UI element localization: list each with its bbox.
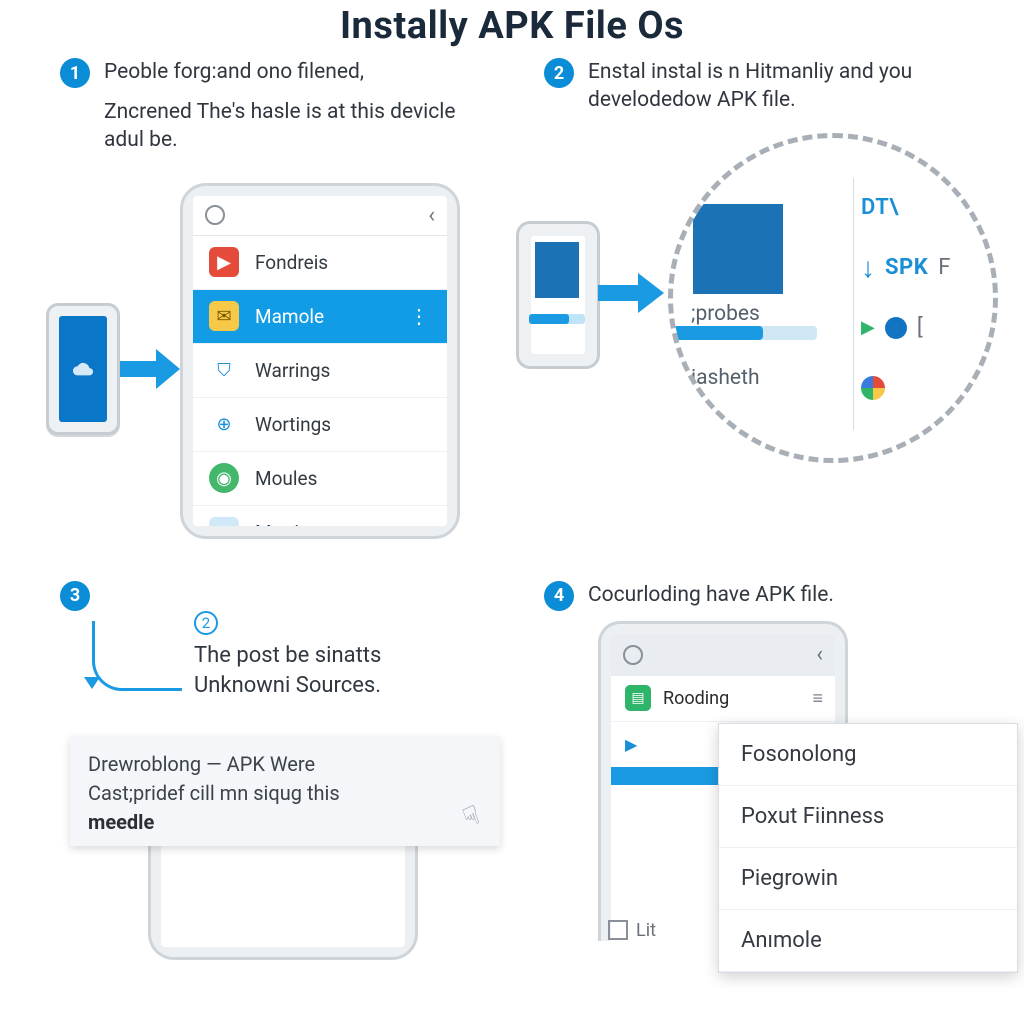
dialog-line-2: Cast;pridef cill mn siqug this: [88, 779, 430, 808]
arrow-right-icon: [598, 273, 668, 313]
list-item[interactable]: ⊕ Wortings: [193, 398, 447, 452]
step-1-text-2: Zncrened The's hasle is at this devicle …: [104, 98, 464, 155]
footer-label: Lit: [636, 920, 656, 941]
ltblu-app-icon: ◧: [209, 517, 239, 526]
menu-item[interactable]: Poxut Fiinness: [719, 786, 1017, 848]
step-2-badge: 2: [544, 58, 574, 88]
yel-app-icon: ✉: [209, 301, 239, 331]
apk-file-icon: [693, 204, 783, 294]
list-item[interactable]: ✉ Mamole ⋮: [193, 290, 447, 344]
drag-handle-icon[interactable]: ≡: [812, 688, 821, 709]
pointer-hand-icon: ☟: [458, 797, 486, 838]
list-item[interactable]: ◉ Moules: [193, 452, 447, 506]
list-item[interactable]: ▶ Fondreis: [193, 236, 447, 290]
phone-topbar: ‹: [611, 634, 835, 676]
flow-arrow-icon: [92, 621, 182, 691]
mini-phone-icon: [516, 221, 600, 369]
list-item-label: Metrios: [255, 521, 320, 526]
menu-item[interactable]: Piegrowin: [719, 848, 1017, 910]
step-3: 3 2 The post be sinatts Unknowni Sources…: [60, 549, 504, 961]
phone-mock: ‹ ▶ Fondreis ✉ Mamole ⋮ ⛉ Warrings ⊕ Wortings ◉ Mo…: [180, 183, 460, 539]
step-2: 2 Enstal instal is n Hitmanliy and you d…: [544, 58, 988, 533]
cloud-icon: [72, 358, 94, 380]
phone-bottom: [148, 840, 418, 960]
context-menu: Fosonolong Poxut Fiinness Piegrowin Anım…: [718, 723, 1018, 973]
step-3-text-1: The post be sinatts: [194, 641, 504, 672]
step-4: 4 Cocurloding have APK file. ‹ ▤ Rooding…: [544, 549, 988, 961]
step-3-text-2: Unknowni Sources.: [194, 671, 504, 702]
menu-item[interactable]: Fosonolong: [719, 724, 1017, 786]
list-item[interactable]: ▤ Rooding ≡: [611, 676, 835, 722]
chevron-left-icon: ‹: [428, 203, 435, 228]
dialog-card[interactable]: Drewroblong — APK Were Cast;pridef cill …: [70, 736, 500, 846]
step-4-text: Cocurloding have APK file.: [588, 581, 834, 609]
phone-topbar: ‹: [193, 196, 447, 236]
page-title: Instally APK File Os: [0, 0, 1024, 48]
step-3-badge: 3: [60, 581, 90, 611]
red-app-icon: ▶: [209, 247, 239, 277]
list-item[interactable]: ◧ Metrios: [193, 506, 447, 526]
zoom-label-b: iasheth: [691, 366, 760, 390]
dt-label: DT\: [861, 195, 899, 220]
step-4-visual: ‹ ▤ Rooding ≡ ▶ Fosonolong Poxut Fiinnes…: [544, 621, 988, 941]
step-2-text: Enstal instal is n Hitmanliy and you dev…: [588, 58, 968, 115]
step-1-visual: ‹ ▶ Fondreis ✉ Mamole ⋮ ⛉ Warrings ⊕ Wortings ◉ Mo…: [60, 173, 504, 533]
list-item-label: Warrings: [255, 359, 330, 382]
step-1-text-1: Peoble forg:and ono filened,: [104, 58, 364, 86]
play-triangle-icon: ▶: [861, 317, 875, 338]
dialog-line-1: Drewroblong — APK Were: [88, 750, 430, 779]
list-item-label: Rooding: [663, 688, 729, 709]
magnifier-callout: ;probes iasheth DT\ ↓ SPK F: [668, 133, 998, 463]
spk-label: SPK: [885, 255, 928, 280]
f-label: F: [938, 255, 950, 280]
mini-phone-icon: [46, 303, 120, 435]
play-triangle-icon: ▶: [625, 735, 637, 754]
blu-app-icon: ⛉: [209, 355, 239, 385]
zoom-label-a: ;probes: [691, 302, 760, 326]
doc-icon: ▤: [625, 685, 651, 711]
step-1: 1 Peoble forg:and ono filened, Zncrened …: [60, 58, 504, 533]
chevron-left-icon: ‹: [816, 642, 823, 667]
google-g-icon: [861, 376, 885, 400]
list-item-label: Moules: [255, 467, 317, 490]
download-arrow-icon: ↓: [861, 251, 875, 284]
bluC-app-icon: ⊕: [209, 409, 239, 439]
footer-row: Lit: [608, 920, 656, 941]
step-4-badge: 4: [544, 581, 574, 611]
list-item-label: Wortings: [255, 413, 331, 436]
arrow-down-icon: [84, 677, 100, 689]
more-dots-icon[interactable]: ⋮: [409, 304, 431, 328]
list-item[interactable]: ⛉ Warrings: [193, 344, 447, 398]
step-3-sub-badge: 2: [194, 611, 218, 635]
loop-icon: [623, 645, 643, 665]
square-icon: [608, 920, 628, 940]
list-item-label: Fondreis: [255, 251, 328, 274]
dialog-strong: meedle: [88, 810, 154, 834]
menu-item[interactable]: Anımole: [719, 910, 1017, 972]
arrow-right-icon: [120, 349, 182, 389]
extra-label: [: [917, 315, 923, 340]
list-item-label: Mamole: [255, 305, 324, 328]
loop-icon: [205, 205, 225, 225]
app-dot-icon: [885, 317, 907, 339]
step-1-badge: 1: [60, 58, 90, 88]
step-2-visual: ;probes iasheth DT\ ↓ SPK F: [544, 121, 988, 481]
grnC-app-icon: ◉: [209, 463, 239, 493]
progress-bar: [668, 326, 817, 340]
